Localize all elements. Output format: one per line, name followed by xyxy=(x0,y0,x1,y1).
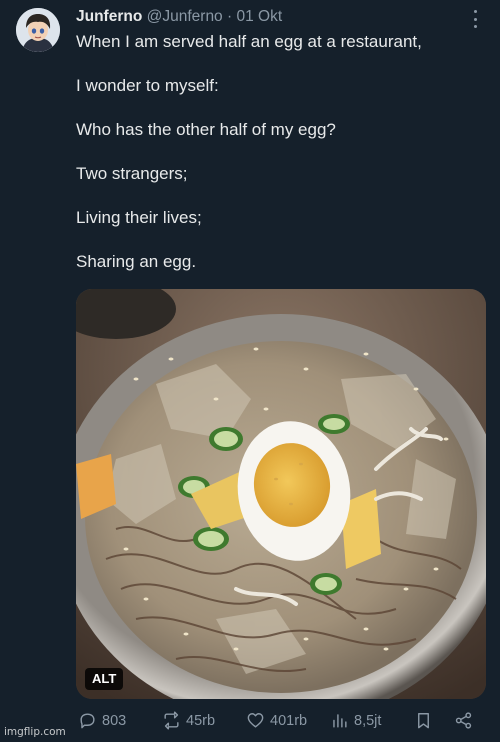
tweet-text: When I am served half an egg at a restau… xyxy=(76,31,476,295)
like-count: 401rb xyxy=(270,712,308,729)
meta-separator: · xyxy=(227,8,233,25)
tweet-header: Junferno @Junferno · 01 Okt xyxy=(76,7,470,27)
bookmark-button[interactable] xyxy=(414,711,433,730)
tweet-line: Living their lives; xyxy=(76,208,202,227)
repost-count: 45rb xyxy=(186,712,216,729)
share-icon xyxy=(455,712,472,729)
reply-icon xyxy=(80,713,95,729)
tweet-line: Two strangers; xyxy=(76,164,188,183)
avatar[interactable] xyxy=(16,8,60,52)
tweet-actions: 803 45rb 401rb 8,5jt xyxy=(76,711,486,737)
tweet-line: Who has the other half of my egg? xyxy=(76,120,336,139)
reply-count: 803 xyxy=(102,712,127,729)
like-button[interactable]: 401rb xyxy=(246,711,307,730)
views-chart-icon xyxy=(333,714,347,728)
more-options-icon[interactable] xyxy=(472,10,478,28)
author-name[interactable]: Junferno xyxy=(76,8,142,25)
anime-avatar-image xyxy=(16,8,60,52)
share-button[interactable] xyxy=(454,711,473,730)
author-handle[interactable]: @Junferno xyxy=(147,8,223,25)
tweet-line: Sharing an egg. xyxy=(76,252,197,271)
imgflip-watermark: imgflip.com xyxy=(4,726,66,738)
tweet-photo[interactable]: ALT xyxy=(76,289,486,699)
repost-icon xyxy=(164,711,179,730)
view-count: 8,5jt xyxy=(354,712,382,729)
tweet-line: I wonder to myself: xyxy=(76,76,219,95)
tweet-date[interactable]: 01 Okt xyxy=(236,8,282,25)
alt-badge[interactable]: ALT xyxy=(85,668,124,690)
noodle-bowl-image xyxy=(76,289,486,699)
views-button[interactable]: 8,5jt xyxy=(330,711,381,730)
bookmark-icon xyxy=(418,713,429,729)
repost-button[interactable]: 45rb xyxy=(162,711,215,730)
heart-icon xyxy=(247,713,264,728)
tweet-line: When I am served half an egg at a restau… xyxy=(76,32,422,51)
reply-button[interactable]: 803 xyxy=(78,711,126,730)
